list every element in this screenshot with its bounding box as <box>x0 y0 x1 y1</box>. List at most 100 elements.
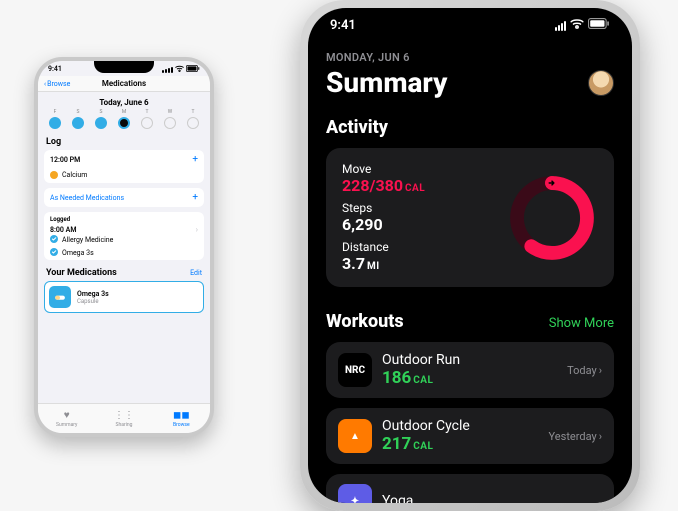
status-right <box>555 18 610 33</box>
week-day-dot <box>164 117 176 129</box>
logged-header: Logged <box>44 212 204 223</box>
workout-when-label: Yesterday <box>549 430 597 443</box>
workout-name: Yoga <box>382 493 592 503</box>
tab-browse[interactable]: ◼◼Browse <box>153 404 210 433</box>
distance-unit: MI <box>367 261 380 272</box>
log-med-row[interactable]: Calcium <box>44 169 204 183</box>
notch <box>94 61 154 73</box>
tab-summary[interactable]: ♥Summary <box>38 404 95 433</box>
add-icon[interactable]: + <box>192 154 198 165</box>
week-day[interactable]: M <box>115 109 133 129</box>
chevron-left-icon: ‹ <box>44 80 46 88</box>
workout-name: Outdoor Run <box>382 352 557 368</box>
phone-medications: 9:41 ‹ Browse Medications Today, Ju <box>34 57 214 437</box>
steps-label: Steps <box>342 201 425 215</box>
week-day-label: S <box>77 109 80 115</box>
wifi-icon <box>175 65 184 74</box>
move-unit: CAL <box>405 183 425 194</box>
week-day-label: T <box>146 109 149 115</box>
med-color-icon <box>50 171 58 179</box>
move-label: Move <box>342 162 425 176</box>
workout-meta: Yoga <box>382 493 592 503</box>
week-day-dot <box>187 117 199 129</box>
as-needed-card[interactable]: As Needed Medications + <box>44 188 204 207</box>
nav-bar: ‹ Browse Medications <box>38 76 210 92</box>
week-day[interactable]: W <box>161 109 179 129</box>
logged-med-name: Allergy Medicine <box>62 236 113 244</box>
tab-sharing[interactable]: ⋮⋮Sharing <box>95 404 152 433</box>
tab-label: Browse <box>173 422 190 428</box>
battery-icon <box>186 65 200 74</box>
workout-cal-unit: CAL <box>413 441 433 452</box>
week-strip[interactable]: FSSMTWT <box>44 109 204 129</box>
status-time: 9:41 <box>48 65 62 74</box>
browse-icon: ◼◼ <box>173 410 190 421</box>
summary-icon: ♥ <box>64 410 70 421</box>
medication-tile[interactable]: Omega 3s Capsule <box>44 281 204 313</box>
tab-label: Sharing <box>116 422 133 428</box>
chevron-right-icon: › <box>196 225 198 234</box>
distance-value: 3.7MI <box>342 254 425 273</box>
your-meds-header: Your Medications <box>46 268 117 278</box>
workout-card[interactable]: ✦Yoga <box>326 474 614 503</box>
activity-section-header: Activity <box>326 117 614 138</box>
steps-value: 6,290 <box>342 215 425 234</box>
activity-stats: Move 228/380CAL Steps 6,290 Distance 3.7… <box>342 162 425 273</box>
notch <box>410 8 530 30</box>
workout-calories: 186CAL <box>382 368 557 388</box>
week-day-label: W <box>168 109 172 115</box>
logged-time: 8:00 AM <box>50 226 76 234</box>
check-icon <box>50 248 58 258</box>
log-time: 12:00 PM <box>50 156 80 164</box>
nav-title: Medications <box>102 79 146 88</box>
avatar[interactable] <box>588 70 614 96</box>
week-day-label: S <box>100 109 103 115</box>
phone-medications-screen: 9:41 ‹ Browse Medications Today, Ju <box>38 61 210 433</box>
workout-card[interactable]: NRC Outdoor Run186CAL Today› <box>326 342 614 398</box>
workout-when: Yesterday› <box>549 430 602 443</box>
week-day[interactable]: T <box>138 109 156 129</box>
logged-med-row[interactable]: Allergy Medicine <box>44 234 204 247</box>
workout-calories: 217CAL <box>382 434 539 454</box>
week-day[interactable]: S <box>92 109 110 129</box>
move-number: 228/380 <box>342 176 403 195</box>
add-icon[interactable]: + <box>192 192 198 203</box>
sharing-icon: ⋮⋮ <box>114 410 134 421</box>
workout-app-icon: NRC <box>338 353 372 387</box>
capsule-icon <box>49 286 71 308</box>
back-button[interactable]: ‹ Browse <box>44 80 70 88</box>
workout-app-icon: ▲ <box>338 419 372 453</box>
week-day-dot <box>72 117 84 129</box>
med-tile-name: Omega 3s <box>77 290 109 298</box>
logged-med-row[interactable]: Omega 3s <box>44 247 204 260</box>
logged-card[interactable]: Logged 8:00 AM › Allergy Medicine Omega 3… <box>44 212 204 260</box>
edit-button[interactable]: Edit <box>190 269 202 277</box>
tab-label: Summary <box>56 422 77 428</box>
back-label: Browse <box>47 80 70 88</box>
page-title: Summary <box>326 66 447 99</box>
week-day[interactable]: T <box>184 109 202 129</box>
week-day-dot <box>95 117 107 129</box>
workout-when: Today› <box>567 364 602 377</box>
med-tile-subtitle: Capsule <box>77 298 109 305</box>
workout-meta: Outdoor Cycle217CAL <box>382 418 539 454</box>
logged-med-name: Omega 3s <box>62 249 94 257</box>
log-card-1200[interactable]: 12:00 PM + Calcium <box>44 150 204 183</box>
week-day[interactable]: F <box>46 109 64 129</box>
phone-summary: 9:41 MONDAY, JUN 6 Summary Activity <box>300 0 640 511</box>
show-more-button[interactable]: Show More <box>549 316 614 331</box>
chevron-right-icon: › <box>599 430 602 443</box>
move-value: 228/380CAL <box>342 176 425 195</box>
workout-cal-value: 217 <box>382 434 411 454</box>
med-name: Calcium <box>62 171 87 179</box>
workout-card[interactable]: ▲ Outdoor Cycle217CAL Yesterday› <box>326 408 614 464</box>
cellular-icon <box>555 21 566 31</box>
today-header: Today, June 6 <box>44 98 204 107</box>
week-day-label: T <box>192 109 195 115</box>
check-icon <box>50 235 58 245</box>
week-day-label: M <box>122 109 126 115</box>
battery-icon <box>588 18 610 33</box>
week-day[interactable]: S <box>69 109 87 129</box>
activity-card[interactable]: Move 228/380CAL Steps 6,290 Distance 3.7… <box>326 148 614 287</box>
chevron-right-icon: › <box>599 364 602 377</box>
